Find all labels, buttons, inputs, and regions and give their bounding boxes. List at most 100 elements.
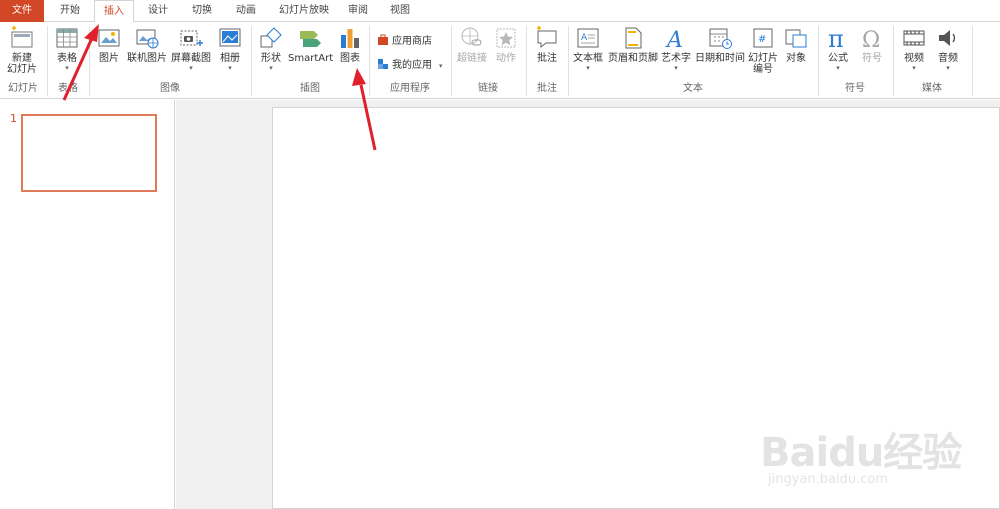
new-slide-icon — [11, 26, 33, 48]
screenshot-button[interactable]: 屏幕截图 ▾ — [170, 25, 212, 72]
table-icon — [56, 28, 78, 48]
group-divider — [972, 26, 973, 96]
tab-animations[interactable]: 动画 — [226, 0, 266, 22]
photo-album-label: 相册 — [220, 53, 240, 64]
table-button[interactable]: 表格 ▾ — [52, 25, 82, 72]
svg-text:#: # — [758, 34, 766, 45]
chart-label: 图表 — [340, 53, 360, 64]
wordart-icon: A — [665, 28, 683, 51]
audio-dropdown-icon: ▾ — [946, 64, 950, 72]
store-icon — [378, 34, 388, 45]
tab-home[interactable]: 开始 — [50, 0, 90, 22]
app-store-button[interactable]: 应用商店 — [377, 34, 432, 49]
group-label-illustrations: 插图 — [300, 83, 320, 94]
header-footer-icon — [625, 27, 642, 49]
pi-icon: π — [828, 25, 844, 51]
textbox-dropdown-icon: ▾ — [586, 64, 590, 72]
comment-icon — [537, 26, 557, 49]
omega-icon: Ω — [862, 28, 880, 51]
speaker-icon — [939, 30, 956, 46]
app-store-label: 应用商店 — [392, 36, 432, 47]
new-slide-button[interactable]: 新建 幻灯片 — [2, 25, 42, 75]
video-button[interactable]: 视频 ▾ — [900, 25, 928, 72]
hyperlink-button[interactable]: 超链接 — [455, 25, 489, 64]
symbol-button[interactable]: Ω 符号 — [858, 25, 886, 64]
audio-button[interactable]: 音频 ▾ — [934, 25, 962, 72]
star-icon — [496, 28, 516, 48]
screenshot-label: 屏幕截图 — [171, 53, 211, 64]
slide-thumbnail[interactable] — [21, 114, 157, 192]
photo-album-button[interactable]: 相册 ▾ — [214, 25, 246, 72]
my-apps-dropdown-icon: ▾ — [439, 62, 443, 70]
audio-label: 音频 — [938, 53, 958, 64]
header-footer-label: 页眉和页脚 — [608, 53, 658, 64]
my-apps-button[interactable]: 我的应用 ▾ — [377, 58, 443, 73]
shapes-icon — [260, 27, 282, 48]
header-footer-button[interactable]: 页眉和页脚 — [606, 25, 660, 64]
svg-text:Ω: Ω — [862, 28, 880, 51]
group-label-slides: 幻灯片 — [8, 83, 38, 94]
tab-slideshow[interactable]: 幻灯片放映 — [272, 0, 336, 22]
my-apps-icon — [378, 59, 388, 69]
new-slide-label: 新建 幻灯片 — [7, 53, 37, 75]
slide-number-label: 幻灯片 编号 — [748, 53, 778, 75]
slide-thumbnail-number: 1 — [10, 112, 17, 125]
video-label: 视频 — [904, 53, 924, 64]
chart-button[interactable]: 图表 — [336, 25, 364, 64]
tab-insert[interactable]: 插入 — [94, 0, 134, 23]
ribbon-insert: 新建 幻灯片 幻灯片 表格 ▾ 表格 图片 联机图片 屏幕截图 ▾ 相册 ▾ 图… — [0, 22, 1000, 99]
textbox-icon: A — [577, 28, 599, 48]
smartart-button[interactable]: SmartArt — [288, 25, 333, 64]
my-apps-label: 我的应用 — [392, 60, 432, 71]
wordart-dropdown-icon: ▾ — [674, 64, 678, 72]
textbox-button[interactable]: A 文本框 ▾ — [572, 25, 604, 72]
group-label-tables: 表格 — [58, 83, 78, 94]
tab-transitions[interactable]: 切换 — [182, 0, 222, 22]
slide-number-icon: # — [753, 28, 773, 48]
shapes-label: 形状 — [261, 53, 281, 64]
tab-design[interactable]: 设计 — [138, 0, 178, 22]
hyperlink-icon — [461, 27, 482, 46]
video-icon — [903, 30, 925, 46]
symbol-label: 符号 — [862, 53, 882, 64]
svg-text:π: π — [828, 25, 844, 51]
group-label-symbols: 符号 — [845, 83, 865, 94]
screenshot-dropdown-icon: ▾ — [189, 64, 193, 72]
hyperlink-label: 超链接 — [457, 53, 487, 64]
equation-label: 公式 — [828, 53, 848, 64]
group-label-text: 文本 — [683, 83, 703, 94]
online-picture-icon — [136, 29, 159, 49]
slide-thumbnail-pane: 1 — [0, 100, 175, 509]
svg-text:A: A — [581, 33, 588, 43]
group-label-links: 链接 — [478, 83, 498, 94]
baidu-watermark: Baidu经验 jingyan.baidu.com — [760, 400, 980, 500]
ribbon-tab-bar: 文件 开始 插入 设计 切换 动画 幻灯片放映 审阅 视图 — [0, 0, 1000, 23]
screenshot-icon — [180, 30, 203, 46]
action-button[interactable]: 动作 — [492, 25, 520, 64]
table-label: 表格 — [57, 53, 77, 64]
watermark-url: jingyan.baidu.com — [768, 472, 888, 487]
tab-file[interactable]: 文件 — [0, 0, 44, 22]
textbox-label: 文本框 — [573, 53, 603, 64]
comment-button[interactable]: 批注 — [532, 25, 562, 64]
smartart-icon — [300, 31, 321, 47]
video-dropdown-icon: ▾ — [912, 64, 916, 72]
slide-number-button[interactable]: # 幻灯片 编号 — [746, 25, 780, 75]
comment-label: 批注 — [537, 53, 557, 64]
picture-label: 图片 — [99, 53, 119, 64]
equation-button[interactable]: π 公式 ▾ — [824, 25, 852, 72]
group-label-images: 图像 — [160, 83, 180, 94]
picture-button[interactable]: 图片 — [94, 25, 124, 64]
shapes-button[interactable]: 形状 ▾ — [256, 25, 286, 72]
wordart-button[interactable]: A 艺术字 ▾ — [660, 25, 692, 72]
calendar-icon — [709, 28, 732, 49]
shapes-dropdown-icon: ▾ — [269, 64, 273, 72]
picture-icon — [98, 29, 120, 47]
tab-review[interactable]: 审阅 — [340, 0, 376, 22]
date-time-button[interactable]: 日期和时间 — [694, 25, 746, 64]
online-picture-button[interactable]: 联机图片 — [126, 25, 168, 64]
object-label: 对象 — [786, 53, 806, 64]
watermark-text: Baidu经验 — [760, 430, 962, 476]
object-button[interactable]: 对象 — [782, 25, 810, 64]
tab-view[interactable]: 视图 — [382, 0, 418, 22]
